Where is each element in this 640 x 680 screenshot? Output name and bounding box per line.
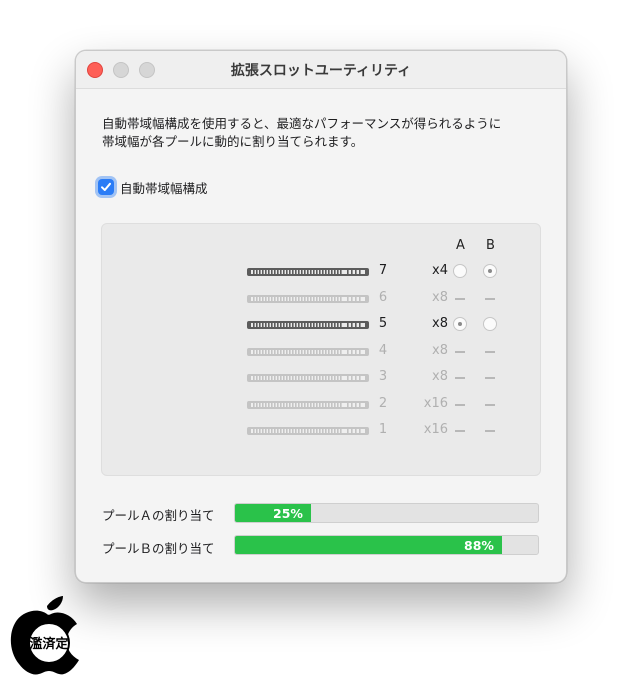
auto-bandwidth-checkbox[interactable] bbox=[98, 179, 114, 195]
pool-a-radio[interactable] bbox=[453, 264, 467, 278]
auto-bandwidth-row[interactable]: 自動帯域幅構成 bbox=[98, 177, 208, 197]
pool-a-unavailable-dash bbox=[455, 377, 465, 379]
slot-lanes: x16 bbox=[423, 422, 448, 437]
slot-lanes: x4 bbox=[432, 263, 448, 278]
pool-b-radio[interactable] bbox=[483, 317, 497, 331]
slot-row-3: 3 x8 bbox=[102, 369, 540, 387]
checkmark-icon bbox=[101, 182, 111, 191]
slot-number: 6 bbox=[378, 289, 388, 305]
pool-a-unavailable-dash bbox=[455, 430, 465, 432]
slot-number: 3 bbox=[378, 369, 388, 384]
title-bar[interactable]: 拡張スロットユーティリティ bbox=[76, 51, 566, 89]
slot-row-5: 5 x8 bbox=[102, 316, 540, 334]
slot-number: 7 bbox=[378, 263, 388, 278]
pool-a-radio[interactable] bbox=[453, 317, 467, 331]
pool-b-unavailable-dash bbox=[485, 297, 495, 300]
pcie-slot-icon bbox=[247, 374, 369, 382]
description-text: 自動帯域幅構成を使用すると、最適なパフォーマンスが得られるように 帯域幅が各プー… bbox=[102, 115, 552, 151]
slot-number: 1 bbox=[378, 422, 388, 437]
slot-number: 4 bbox=[378, 342, 388, 358]
window-title: 拡張スロットユーティリティ bbox=[230, 63, 412, 79]
pool-b-unavailable-dash bbox=[485, 430, 495, 432]
slot-number: 2 bbox=[378, 395, 388, 411]
expansion-slot-utility-window: 拡張スロットユーティリティ 自動帯域幅構成を使用すると、最適なパフォーマンスが得… bbox=[75, 50, 567, 583]
slot-row-1: 1 x16 bbox=[102, 422, 540, 440]
pool-a-label: プールＡの割り当て bbox=[102, 508, 215, 523]
pool-a-percent: 25% bbox=[273, 506, 303, 521]
pcie-slot-icon bbox=[247, 400, 369, 409]
slot-lanes: x8 bbox=[432, 369, 448, 384]
slot-row-2: 2 x16 bbox=[102, 396, 540, 414]
pool-b-label: プールＢの割り当て bbox=[102, 541, 215, 556]
description-line-1: 自動帯域幅構成を使用すると、最適なパフォーマンスが得られるように bbox=[102, 116, 502, 131]
pool-a-progress-bar: 25% bbox=[234, 503, 539, 523]
badge-text: 濫済定 bbox=[29, 636, 68, 652]
pcie-slot-icon bbox=[247, 427, 369, 435]
pool-b-unavailable-dash bbox=[485, 350, 495, 353]
pcie-slot-icon bbox=[247, 347, 369, 356]
auto-bandwidth-label: 自動帯域幅構成 bbox=[120, 180, 208, 196]
pool-b-percent: 88% bbox=[464, 538, 494, 553]
slot-lanes: x8 bbox=[432, 289, 448, 305]
slot-number: 5 bbox=[378, 316, 388, 331]
slot-row-7: 7 x4 bbox=[102, 263, 540, 281]
slot-lanes: x8 bbox=[432, 342, 448, 358]
pool-b-unavailable-dash bbox=[485, 377, 495, 379]
pool-a-unavailable-dash bbox=[455, 297, 465, 300]
pcie-slot-icon bbox=[247, 321, 369, 329]
slot-row-4: 4 x8 bbox=[102, 343, 540, 361]
apple-logo-badge: 濫済定 bbox=[10, 596, 79, 675]
pcie-slot-icon bbox=[247, 294, 369, 303]
slot-lanes: x16 bbox=[423, 395, 448, 411]
description-line-2: 帯域幅が各プールに動的に割り当てられます。 bbox=[102, 134, 364, 149]
pool-b-progress-fill bbox=[235, 536, 502, 554]
pool-b-column-header: B bbox=[486, 238, 495, 253]
pool-b-unavailable-dash bbox=[485, 403, 495, 406]
pool-a-column-header: A bbox=[456, 238, 465, 253]
pool-b-radio[interactable] bbox=[483, 264, 497, 278]
slot-panel: A B 7 x4 6 x8 5 x8 4 x8 3 x8 2 x16 1 x16 bbox=[101, 223, 541, 476]
slot-lanes: x8 bbox=[432, 316, 448, 331]
pool-b-progress-bar: 88% bbox=[234, 535, 539, 555]
slot-row-6: 6 x8 bbox=[102, 290, 540, 308]
pool-a-unavailable-dash bbox=[455, 403, 465, 406]
pcie-slot-icon bbox=[247, 268, 369, 276]
pool-a-unavailable-dash bbox=[455, 350, 465, 353]
